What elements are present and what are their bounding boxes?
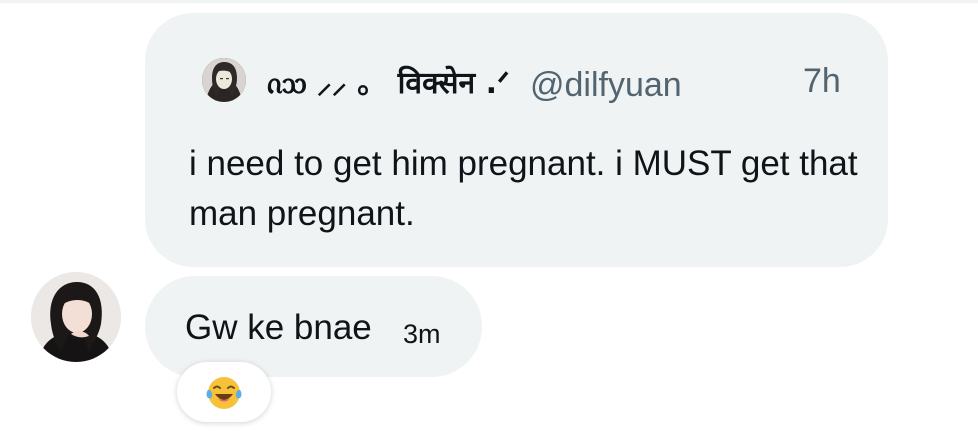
quoted-post-timestamp[interactable]: 7h xyxy=(803,61,841,101)
reaction-chip[interactable] xyxy=(177,362,271,422)
reply-timestamp: 3m xyxy=(403,319,441,349)
reply-author-avatar[interactable] xyxy=(31,272,121,362)
quoted-post-text: i need to get him pregnant. i MUST get t… xyxy=(189,144,858,233)
quoted-author-handle[interactable]: @dilfyuan xyxy=(530,65,682,105)
quoted-author-name[interactable]: ᦵᦉ ⸝⸝ 。 विक्सेन .ᐟ xyxy=(267,66,510,102)
face-with-tears-of-joy-icon xyxy=(206,377,242,409)
reply-message-bubble[interactable]: Gw ke bnae 3m xyxy=(145,276,482,377)
top-divider xyxy=(0,0,978,3)
quoted-post-card[interactable]: ᦵᦉ ⸝⸝ 。 विक्सेन .ᐟ @dilfyuan 7h i need t… xyxy=(145,13,888,267)
quoted-author-avatar[interactable] xyxy=(202,58,246,102)
reply-message-text: Gw ke bnae xyxy=(185,308,372,347)
